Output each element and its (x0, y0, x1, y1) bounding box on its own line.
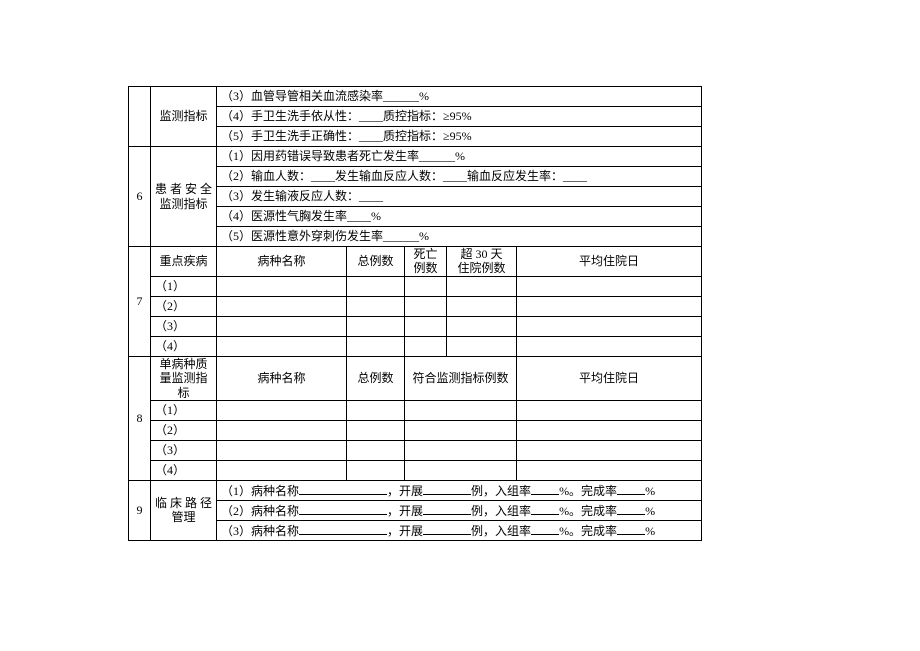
sec8-label: 单病种质量监测指标 (151, 356, 217, 400)
prev-row-5: （5）手卫生洗手正确性：____质控指标：≥95% (217, 127, 702, 147)
sec6-label: 患 者 安 全 监测指标 (151, 147, 217, 247)
prev-idx (129, 87, 151, 147)
sec8-r2: （2） (151, 420, 217, 440)
sec7-r4: （4） (151, 336, 217, 356)
prev-label: 监测指标 (151, 87, 217, 147)
sec7-h-name: 病种名称 (217, 247, 347, 277)
sec8-r4: （4） (151, 460, 217, 480)
sec6-row-2: （2）输血人数：____发生输血反应人数：____输血反应发生率：____ (217, 167, 702, 187)
indicator-table: 监测指标 （3）血管导管相关血流感染率______% （4）手卫生洗手依从性：_… (128, 86, 702, 541)
sec8-h-total: 总例数 (347, 356, 405, 400)
prev-row-4: （4）手卫生洗手依从性：____质控指标：≥95% (217, 107, 702, 127)
sec8-r1: （1） (151, 400, 217, 420)
prev-row-3: （3）血管导管相关血流感染率______% (217, 87, 702, 107)
sec8-h-name: 病种名称 (217, 356, 347, 400)
sec7-h-avg: 平均住院日 (517, 247, 702, 277)
sec7-r3: （3） (151, 316, 217, 336)
sec9-r3: （3）病种名称，开展例，入组率%。完成率% (217, 520, 702, 540)
sec6-row-5: （5）医源性意外穿刺伤发生率______% (217, 227, 702, 247)
sec8-r3: （3） (151, 440, 217, 460)
sec9-label: 临 床 路 径 管理 (151, 480, 217, 540)
sec8-idx: 8 (129, 356, 151, 480)
sec9-r1: （1）病种名称，开展例，入组率%。完成率% (217, 480, 702, 500)
sec6-idx: 6 (129, 147, 151, 247)
sec7-r2: （2） (151, 296, 217, 316)
sec8-h-avg: 平均住院日 (517, 356, 702, 400)
sec6-row-3: （3）发生输液反应人数：____ (217, 187, 702, 207)
sec6-row-1: （1）因用药错误导致患者死亡发生率______% (217, 147, 702, 167)
sec9-r2: （2）病种名称，开展例，入组率%。完成率% (217, 500, 702, 520)
sec7-h-death: 死亡例数 (405, 247, 447, 277)
sec7-label: 重点疾病 (151, 247, 217, 277)
sec9-idx: 9 (129, 480, 151, 540)
sec7-idx: 7 (129, 247, 151, 357)
sec7-h-total: 总例数 (347, 247, 405, 277)
sec8-h-fit: 符合监测指标例数 (405, 356, 517, 400)
sec7-h-over30: 超 30 天住院例数 (447, 247, 517, 277)
sec7-r1: （1） (151, 276, 217, 296)
sec6-row-4: （4）医源性气胸发生率____% (217, 207, 702, 227)
